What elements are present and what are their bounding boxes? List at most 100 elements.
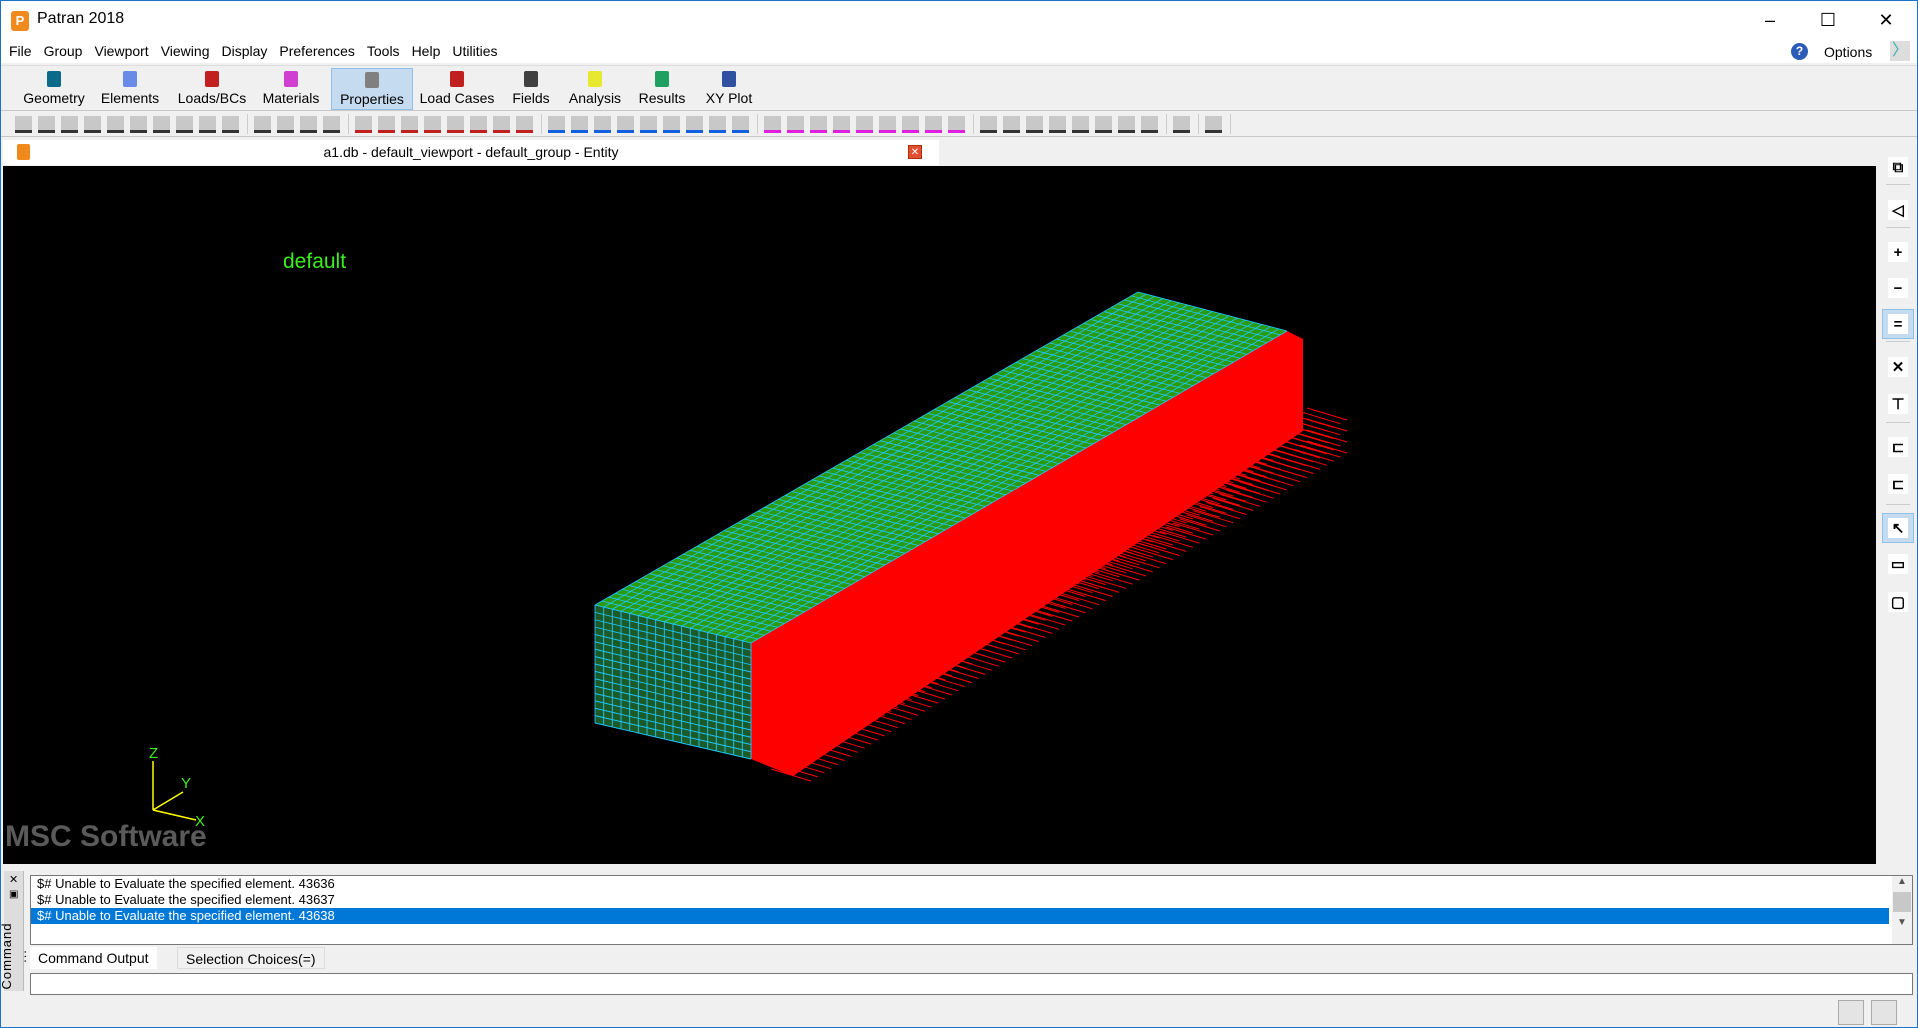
app-xy-plot-button[interactable]: XY Plot bbox=[697, 68, 761, 110]
equal-button[interactable]: = bbox=[1882, 309, 1914, 339]
view-xzy-icon[interactable] bbox=[787, 115, 804, 133]
grid-red-icon[interactable] bbox=[470, 115, 487, 133]
pick-filter-button[interactable]: ⊤ bbox=[1882, 389, 1914, 419]
target-icon[interactable] bbox=[447, 115, 464, 133]
refresh-4-icon[interactable] bbox=[323, 115, 340, 133]
view-zxy-icon[interactable] bbox=[810, 115, 827, 133]
plus-button[interactable]: + bbox=[1882, 237, 1914, 267]
float-dock-icon[interactable]: ▣ bbox=[9, 889, 18, 900]
output-scrollbar[interactable]: ▲ ▼ bbox=[1892, 876, 1912, 944]
output-line[interactable]: $# Unable to Evaluate the specified elem… bbox=[31, 876, 1889, 892]
pointer-button[interactable]: ↖ bbox=[1882, 513, 1914, 543]
bracket-icon[interactable] bbox=[1072, 115, 1089, 133]
view-iso-4-icon[interactable] bbox=[948, 115, 965, 133]
render-3-icon[interactable] bbox=[686, 115, 703, 133]
msc-logo-icon[interactable]: 〉 bbox=[1890, 41, 1910, 61]
app-properties-button[interactable]: Properties bbox=[331, 68, 413, 110]
menu-viewing[interactable]: Viewing bbox=[155, 39, 216, 63]
hidden-line-icon[interactable] bbox=[571, 115, 588, 133]
tree-icon[interactable] bbox=[1205, 115, 1222, 133]
view-yzx-icon[interactable] bbox=[764, 115, 781, 133]
undo-icon[interactable] bbox=[153, 115, 170, 133]
menu-file[interactable]: File bbox=[1, 39, 38, 63]
table-icon[interactable] bbox=[1141, 115, 1158, 133]
cascade-windows-button[interactable] bbox=[1871, 1000, 1897, 1025]
center-icon[interactable] bbox=[401, 115, 418, 133]
scroll-up-icon[interactable]: ▲ bbox=[1892, 876, 1912, 887]
spider-icon[interactable] bbox=[222, 115, 239, 133]
app-loads-bcs-button[interactable]: Loads/BCs bbox=[173, 68, 251, 110]
view-iso-1-icon[interactable] bbox=[879, 115, 896, 133]
pan-hand-icon[interactable] bbox=[176, 115, 193, 133]
box-select-button[interactable]: ▢ bbox=[1882, 587, 1914, 617]
triangle-icon[interactable] bbox=[709, 115, 726, 133]
viewport-tab[interactable]: a1.db - default_viewport - default_group… bbox=[3, 140, 939, 165]
app-geometry-button[interactable]: Geometry bbox=[19, 68, 89, 110]
shade-icon[interactable] bbox=[1026, 115, 1043, 133]
minimize-button[interactable]: – bbox=[1741, 1, 1799, 39]
cross-tool-button[interactable]: ✕ bbox=[1882, 352, 1914, 382]
home-icon[interactable] bbox=[1173, 115, 1190, 133]
menu-help[interactable]: Help bbox=[406, 39, 447, 63]
mesh-icon[interactable] bbox=[1003, 115, 1020, 133]
menu-tools[interactable]: Tools bbox=[361, 39, 406, 63]
refresh-1-icon[interactable] bbox=[254, 115, 271, 133]
render-1-icon[interactable] bbox=[640, 115, 657, 133]
view-yxz-icon[interactable] bbox=[833, 115, 850, 133]
output-line[interactable]: $# Unable to Evaluate the specified elem… bbox=[31, 892, 1889, 908]
menu-display[interactable]: Display bbox=[215, 39, 273, 63]
app-fields-button[interactable]: Fields bbox=[507, 68, 555, 110]
close-dock-icon[interactable]: ✕ bbox=[9, 873, 18, 886]
window-button[interactable]: ⧉ bbox=[1882, 152, 1914, 182]
tab-selection-choices[interactable]: Selection Choices(=) bbox=[177, 947, 325, 969]
pen-icon[interactable] bbox=[980, 115, 997, 133]
render-2-icon[interactable] bbox=[663, 115, 680, 133]
move-icon[interactable] bbox=[378, 115, 395, 133]
tab-command-output[interactable]: Command Output bbox=[30, 947, 157, 969]
open-db-icon[interactable] bbox=[61, 115, 78, 133]
open-file-icon[interactable] bbox=[38, 115, 55, 133]
menu-viewport[interactable]: Viewport bbox=[88, 39, 154, 63]
options-button[interactable]: Options bbox=[1824, 44, 1872, 60]
view-iso-2-icon[interactable] bbox=[902, 115, 919, 133]
zoom-out-icon[interactable] bbox=[493, 115, 510, 133]
zoom-in-icon[interactable] bbox=[516, 115, 533, 133]
list-button-2[interactable]: ⊏ bbox=[1882, 469, 1914, 499]
scroll-thumb[interactable] bbox=[1893, 892, 1911, 912]
new-file-icon[interactable] bbox=[15, 115, 32, 133]
menu-group[interactable]: Group bbox=[38, 39, 89, 63]
fit-view-icon[interactable] bbox=[355, 115, 372, 133]
close-viewport-icon[interactable]: ✕ bbox=[908, 145, 922, 159]
output-line-selected[interactable]: $# Unable to Evaluate the specified elem… bbox=[31, 908, 1889, 924]
tile-windows-button[interactable] bbox=[1838, 1000, 1864, 1025]
view-iso-3-icon[interactable] bbox=[925, 115, 942, 133]
command-dock-handle[interactable]: ✕ ▣ Command ... bbox=[0, 871, 29, 991]
lasso-button[interactable]: ◁ bbox=[1882, 195, 1914, 225]
polygon-button[interactable]: ▭ bbox=[1882, 549, 1914, 579]
list-button-1[interactable]: ⊏ bbox=[1882, 432, 1914, 462]
app-results-button[interactable]: Results bbox=[633, 68, 691, 110]
globe-icon[interactable] bbox=[732, 115, 749, 133]
copy-icon[interactable] bbox=[130, 115, 147, 133]
view-zyx-icon[interactable] bbox=[856, 115, 873, 133]
minus-button[interactable]: − bbox=[1882, 273, 1914, 303]
app-load-cases-button[interactable]: Load Cases bbox=[415, 68, 499, 110]
broom-icon[interactable] bbox=[199, 115, 216, 133]
maximize-button[interactable]: ☐ bbox=[1799, 1, 1857, 39]
graphics-viewport[interactable]: Z Y X MSC Software default bbox=[3, 166, 1876, 864]
close-button[interactable]: ✕ bbox=[1857, 1, 1915, 39]
command-input[interactable] bbox=[30, 973, 1913, 995]
rotate-icon[interactable] bbox=[424, 115, 441, 133]
app-materials-button[interactable]: Materials bbox=[257, 68, 325, 110]
refresh-2-icon[interactable] bbox=[277, 115, 294, 133]
print-icon[interactable] bbox=[107, 115, 124, 133]
plot-icon[interactable] bbox=[1049, 115, 1066, 133]
menu-utilities[interactable]: Utilities bbox=[446, 39, 503, 63]
node-cyan-icon[interactable] bbox=[1095, 115, 1112, 133]
help-icon[interactable]: ? bbox=[1791, 43, 1808, 60]
wireframe-icon[interactable] bbox=[548, 115, 565, 133]
refresh-3-icon[interactable] bbox=[300, 115, 317, 133]
save-icon[interactable] bbox=[84, 115, 101, 133]
scroll-down-icon[interactable]: ▼ bbox=[1892, 917, 1912, 928]
command-output-list[interactable]: $# Unable to Evaluate the specified elem… bbox=[30, 875, 1913, 945]
